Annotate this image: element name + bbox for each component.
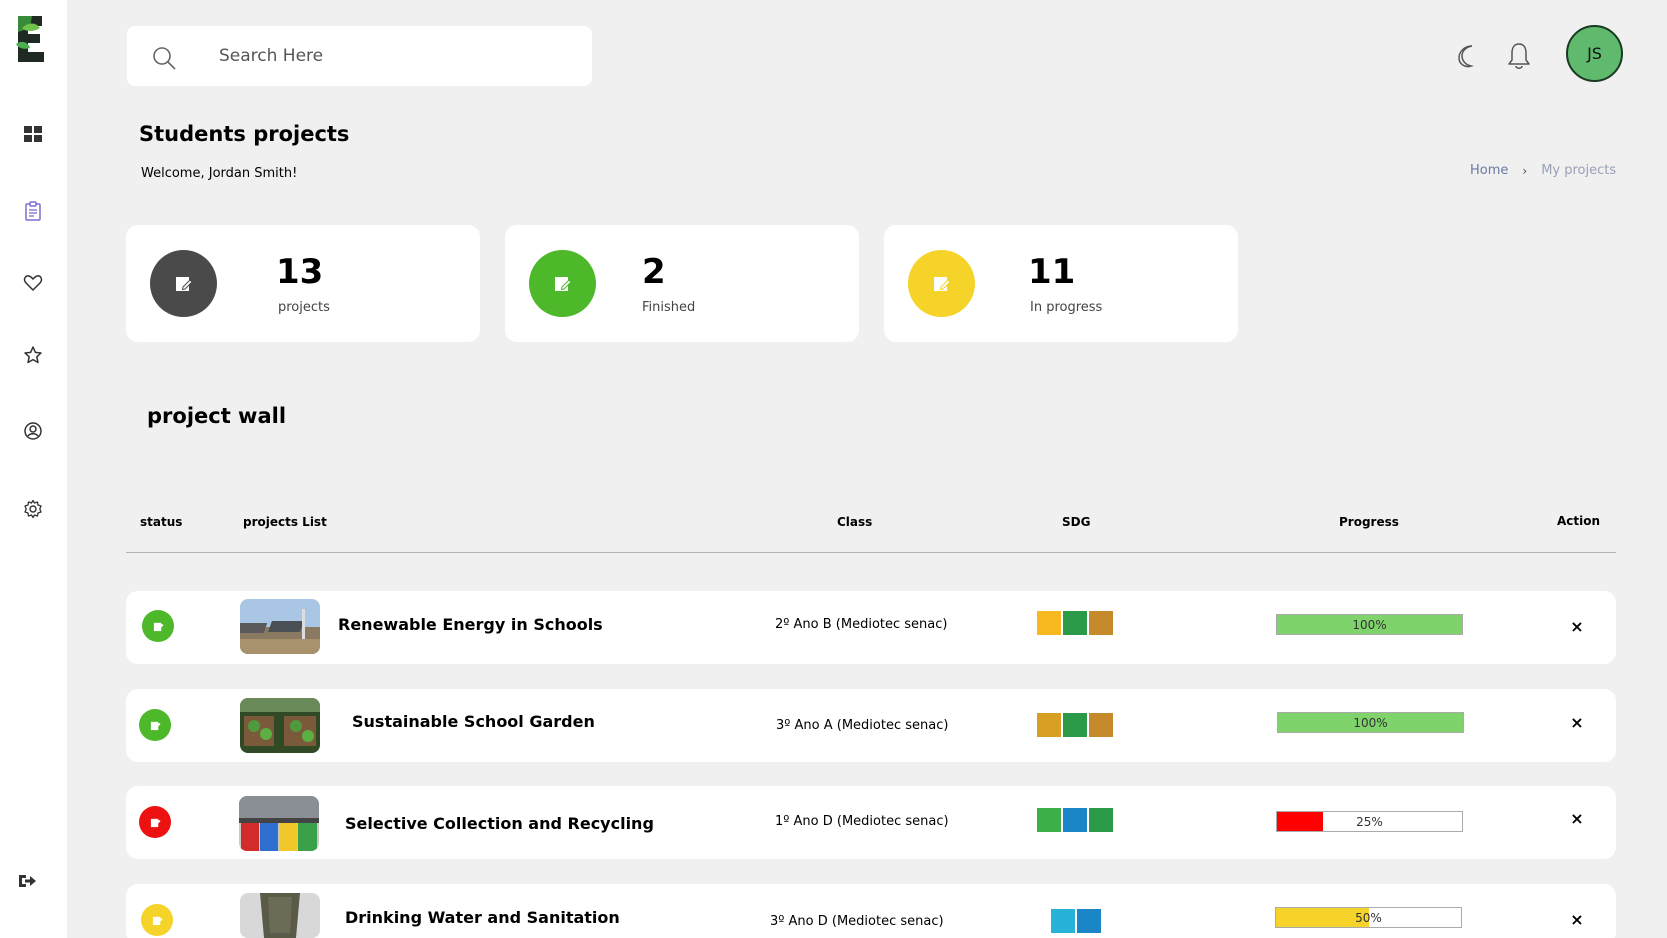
sdg-badges xyxy=(1037,611,1113,635)
sdg-badges xyxy=(1037,808,1113,832)
gear-icon[interactable] xyxy=(20,496,46,522)
heart-icon[interactable] xyxy=(20,270,46,296)
breadcrumb-current: My projects xyxy=(1541,163,1617,178)
divider xyxy=(126,552,1616,553)
logout-icon[interactable] xyxy=(14,868,40,894)
stat-value: 13 xyxy=(276,252,324,292)
breadcrumb-home-link[interactable]: Home xyxy=(1470,163,1508,178)
edit-document-icon xyxy=(152,916,163,925)
sdg-goal-icon xyxy=(1089,611,1113,635)
stat-value: 11 xyxy=(1028,252,1076,292)
breadcrumb: Home › My projects xyxy=(1470,163,1616,178)
column-header-status: status xyxy=(140,515,183,529)
chevron-right-icon: › xyxy=(1522,163,1528,178)
stat-card-in-progress: 11 In progress xyxy=(884,225,1238,342)
stat-card-projects: 13 projects xyxy=(126,225,480,342)
sdg-goal-icon xyxy=(1089,713,1113,737)
edit-document-icon xyxy=(150,818,161,827)
close-icon[interactable]: × xyxy=(1569,619,1585,635)
status-indicator xyxy=(139,709,171,741)
stat-value: 2 xyxy=(642,252,666,292)
search-bar xyxy=(127,26,592,86)
edit-document-icon xyxy=(175,276,193,291)
column-header-action: Action xyxy=(1557,514,1601,528)
search-input[interactable] xyxy=(219,38,569,74)
star-icon[interactable] xyxy=(20,342,46,368)
project-name[interactable]: Drinking Water and Sanitation xyxy=(345,908,620,927)
edit-document-icon xyxy=(153,622,164,631)
table-row[interactable]: Drinking Water and Sanitation 3º Ano D (… xyxy=(126,884,1616,938)
status-indicator xyxy=(139,806,171,838)
project-name[interactable]: Selective Collection and Recycling xyxy=(345,814,654,833)
project-name[interactable]: Renewable Energy in Schools xyxy=(338,615,603,634)
sdg-badges xyxy=(1051,909,1101,933)
table-row[interactable]: Renewable Energy in Schools 2º Ano B (Me… xyxy=(126,591,1616,664)
project-class: 3º Ano A (Mediotec senac) xyxy=(776,718,949,733)
sdg-goal-icon xyxy=(1037,808,1061,832)
sdg-goal-icon xyxy=(1037,713,1061,737)
close-icon[interactable]: × xyxy=(1569,912,1585,928)
project-thumbnail[interactable] xyxy=(240,698,320,753)
dashboard-icon[interactable] xyxy=(20,121,46,147)
column-header-sdg: SDG xyxy=(1062,515,1091,529)
user-circle-icon[interactable] xyxy=(20,418,46,444)
status-indicator xyxy=(141,904,173,936)
project-class: 3º Ano D (Mediotec senac) xyxy=(770,914,944,929)
app-logo[interactable] xyxy=(14,14,48,64)
close-icon[interactable]: × xyxy=(1569,811,1585,827)
column-header-progress: Progress xyxy=(1339,515,1399,529)
project-thumbnail[interactable] xyxy=(240,599,320,654)
page-title: Students projects xyxy=(139,122,350,146)
avatar[interactable]: JS xyxy=(1566,25,1623,82)
edit-document-icon xyxy=(933,276,951,291)
sdg-goal-icon xyxy=(1063,808,1087,832)
sidebar xyxy=(0,0,67,938)
edit-document-icon xyxy=(150,721,161,730)
project-thumbnail[interactable] xyxy=(239,796,319,851)
welcome-message: Welcome, Jordan Smith! xyxy=(141,166,298,181)
search-icon[interactable] xyxy=(151,45,177,71)
project-class: 2º Ano B (Mediotec senac) xyxy=(775,617,948,632)
close-icon[interactable]: × xyxy=(1569,715,1585,731)
stat-circle xyxy=(529,250,596,317)
project-class: 1º Ano D (Mediotec senac) xyxy=(775,814,949,829)
progress-label: 100% xyxy=(1353,715,1388,730)
project-name[interactable]: Sustainable School Garden xyxy=(352,712,595,731)
column-header-class: Class xyxy=(837,515,873,529)
stat-circle xyxy=(150,250,217,317)
stat-label: projects xyxy=(278,300,330,315)
progress-label: 50% xyxy=(1355,910,1382,925)
sdg-goal-icon xyxy=(1063,713,1087,737)
sdg-badges xyxy=(1037,713,1113,737)
progress-bar: 100% xyxy=(1277,712,1464,733)
edit-document-icon xyxy=(554,276,572,291)
progress-bar: 50% xyxy=(1275,907,1462,928)
bell-icon[interactable] xyxy=(1505,41,1533,71)
stat-label: Finished xyxy=(642,300,696,315)
stat-label: In progress xyxy=(1030,300,1103,315)
table-row[interactable]: Selective Collection and Recycling 1º An… xyxy=(126,786,1616,859)
moon-icon[interactable] xyxy=(1454,42,1482,70)
column-header-projects: projects List xyxy=(243,515,327,529)
progress-label: 100% xyxy=(1352,617,1387,632)
clipboard-icon[interactable] xyxy=(20,198,46,224)
sdg-goal-icon xyxy=(1077,909,1101,933)
status-indicator xyxy=(142,610,174,642)
sdg-goal-icon xyxy=(1051,909,1075,933)
sdg-goal-icon xyxy=(1037,611,1061,635)
stat-card-finished: 2 Finished xyxy=(505,225,859,342)
table-row[interactable]: Sustainable School Garden 3º Ano A (Medi… xyxy=(126,689,1616,762)
stat-circle xyxy=(908,250,975,317)
sdg-goal-icon xyxy=(1089,808,1113,832)
section-title: project wall xyxy=(147,404,287,428)
progress-bar: 25% xyxy=(1276,811,1463,832)
progress-label: 25% xyxy=(1356,814,1383,829)
progress-bar: 100% xyxy=(1276,614,1463,635)
sdg-goal-icon xyxy=(1063,611,1087,635)
project-thumbnail[interactable] xyxy=(240,893,320,938)
